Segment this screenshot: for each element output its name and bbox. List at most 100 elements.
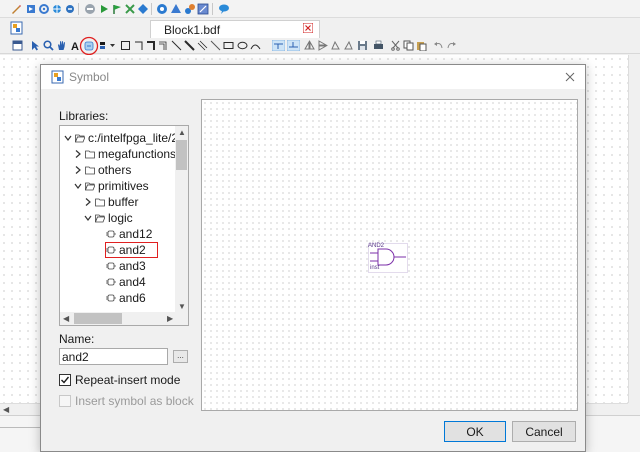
ellipse-tool-icon[interactable] bbox=[237, 40, 248, 51]
libraries-label: Libraries: bbox=[59, 109, 109, 123]
selection-tool-icon[interactable] bbox=[30, 40, 41, 51]
flip-vertical-icon[interactable] bbox=[317, 40, 328, 51]
print-icon[interactable] bbox=[373, 40, 384, 51]
dialog-titlebar[interactable]: Symbol bbox=[41, 65, 585, 89]
line-tool-icon[interactable] bbox=[210, 40, 221, 51]
symbol-app-icon bbox=[51, 70, 64, 84]
fitter-icon[interactable] bbox=[64, 3, 76, 15]
symbol-chip-icon bbox=[106, 230, 116, 238]
scrollbar-thumb[interactable] bbox=[176, 140, 187, 170]
repeat-insert-label[interactable]: Repeat-insert mode bbox=[75, 373, 180, 387]
block-editor-toolbar: A bbox=[0, 36, 640, 56]
start-compilation-icon[interactable] bbox=[98, 3, 110, 15]
insert-as-block-label: Insert symbol as block bbox=[75, 394, 194, 408]
scroll-down-icon[interactable]: ▼ bbox=[178, 303, 186, 311]
ok-button[interactable]: OK bbox=[444, 421, 506, 442]
save-icon[interactable] bbox=[357, 40, 368, 51]
rubberbanding-icon[interactable] bbox=[287, 40, 300, 51]
arc-tool-icon[interactable] bbox=[250, 40, 261, 51]
diagonal-conduit-tool-icon[interactable] bbox=[197, 40, 208, 51]
folder-icon bbox=[85, 150, 95, 159]
analysis-icon[interactable] bbox=[51, 3, 63, 15]
tab-block1-bdf[interactable]: Block1.bdf bbox=[150, 20, 320, 38]
timing-analyzer-icon[interactable] bbox=[124, 3, 136, 15]
tree-item-others[interactable]: others bbox=[60, 162, 177, 178]
paste-icon[interactable] bbox=[416, 40, 427, 51]
chevron-down-icon[interactable] bbox=[74, 181, 82, 191]
block-diagram-file-icon bbox=[10, 21, 23, 35]
tree-item-and6[interactable]: and6 bbox=[60, 290, 177, 306]
insert-as-block-checkbox[interactable] bbox=[59, 395, 71, 407]
chevron-down-icon[interactable] bbox=[84, 213, 92, 223]
compile-icon[interactable] bbox=[25, 3, 37, 15]
folder-open-icon bbox=[95, 214, 105, 223]
tree-item-and12[interactable]: and12 bbox=[60, 226, 177, 242]
scroll-left-icon[interactable]: ◀ bbox=[63, 315, 69, 323]
diagonal-node-tool-icon[interactable] bbox=[171, 40, 182, 51]
orthogonal-bus-tool-icon[interactable] bbox=[146, 40, 157, 51]
scrollbar-thumb[interactable] bbox=[74, 313, 122, 324]
main-toolbar bbox=[0, 0, 640, 18]
tree-item-primitives[interactable]: primitives bbox=[60, 178, 177, 194]
orthogonal-conduit-tool-icon[interactable] bbox=[158, 40, 169, 51]
undo-icon[interactable] bbox=[433, 40, 444, 51]
partial-line-selection-icon[interactable] bbox=[272, 40, 285, 51]
redo-icon[interactable] bbox=[446, 40, 457, 51]
close-icon[interactable] bbox=[563, 70, 577, 84]
toolbar-separator bbox=[212, 3, 213, 15]
tree-item-megafunctions[interactable]: megafunctions bbox=[60, 146, 177, 162]
symbol-name-input[interactable] bbox=[59, 348, 168, 365]
scroll-up-icon[interactable]: ▲ bbox=[178, 129, 186, 137]
chevron-right-icon[interactable] bbox=[84, 197, 92, 207]
tree-item-label: and4 bbox=[119, 275, 146, 289]
chip-planner-icon[interactable] bbox=[170, 3, 182, 15]
chat-bubble-icon[interactable] bbox=[218, 3, 230, 15]
zoom-tool-icon[interactable] bbox=[43, 40, 54, 51]
copy-icon[interactable] bbox=[403, 40, 414, 51]
chevron-down-icon[interactable] bbox=[64, 133, 72, 143]
cancel-button[interactable]: Cancel bbox=[512, 421, 576, 442]
tree-vertical-scrollbar[interactable]: ▲ ▼ bbox=[175, 126, 188, 313]
programmer-icon[interactable] bbox=[197, 3, 209, 15]
close-icon[interactable] bbox=[303, 23, 313, 33]
pencil-icon[interactable] bbox=[10, 3, 22, 15]
flag-icon[interactable] bbox=[111, 3, 123, 15]
rectangle-tool-icon[interactable] bbox=[223, 40, 234, 51]
diagonal-bus-tool-icon[interactable] bbox=[184, 40, 195, 51]
flip-horizontal-icon[interactable] bbox=[304, 40, 315, 51]
svg-text:A: A bbox=[71, 41, 79, 51]
detach-window-icon[interactable] bbox=[12, 40, 23, 51]
libraries-tree[interactable]: c:/intelfpga_lite/20 megafunctions others p… bbox=[59, 125, 189, 326]
stop-icon[interactable] bbox=[84, 3, 96, 15]
tree-item-logic[interactable]: logic bbox=[60, 210, 177, 226]
tree-item-label: buffer bbox=[108, 195, 139, 209]
tree-item-and3[interactable]: and3 bbox=[60, 258, 177, 274]
gear-icon[interactable] bbox=[38, 3, 50, 15]
rotate-icon[interactable] bbox=[330, 40, 341, 51]
block-tool-icon[interactable] bbox=[120, 40, 131, 51]
repeat-insert-checkbox[interactable] bbox=[59, 374, 71, 386]
checkmark-icon bbox=[61, 376, 70, 384]
tree-horizontal-scrollbar[interactable]: ◀ ▶ bbox=[60, 312, 188, 325]
hand-tool-icon[interactable] bbox=[56, 40, 67, 51]
rotate-right-icon[interactable] bbox=[343, 40, 354, 51]
tree-item-and4[interactable]: and4 bbox=[60, 274, 177, 290]
tree-item-c-intelfpga-lite-20[interactable]: c:/intelfpga_lite/20 bbox=[60, 130, 185, 146]
symbol-tool-icon[interactable] bbox=[79, 36, 99, 56]
chevron-down-icon[interactable] bbox=[109, 40, 116, 51]
tree-item-label: primitives bbox=[98, 179, 149, 193]
cut-icon[interactable] bbox=[390, 40, 401, 51]
pin-planner-icon[interactable] bbox=[184, 3, 196, 15]
tree-item-buffer[interactable]: buffer bbox=[60, 194, 177, 210]
chevron-right-icon[interactable] bbox=[74, 165, 82, 175]
orthogonal-node-tool-icon[interactable] bbox=[134, 40, 145, 51]
canvas-vertical-scrollbar[interactable] bbox=[628, 55, 640, 403]
tree-item-and2[interactable]: and2 bbox=[60, 242, 177, 258]
browse-button[interactable]: ... bbox=[173, 350, 188, 363]
assembler-icon[interactable] bbox=[137, 3, 149, 15]
tree-item-label: logic bbox=[108, 211, 133, 225]
chevron-right-icon[interactable] bbox=[74, 149, 82, 159]
netlist-viewer-icon[interactable] bbox=[156, 3, 168, 15]
scroll-left-icon[interactable]: ◀ bbox=[3, 406, 9, 414]
scroll-right-icon[interactable]: ▶ bbox=[167, 315, 173, 323]
